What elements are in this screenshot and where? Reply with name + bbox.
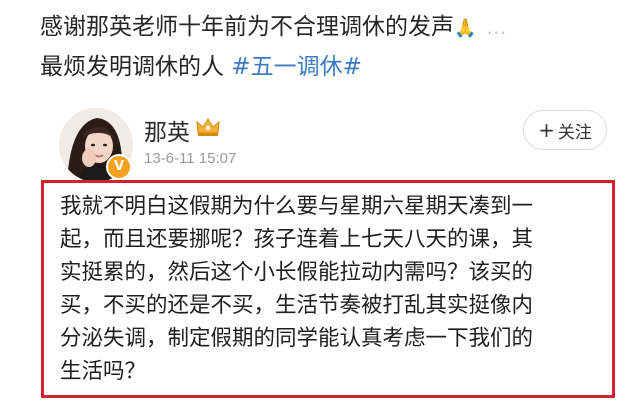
content-line: 起，而且还要挪呢？孩子连着上七天八天的课，其 — [60, 227, 534, 252]
caption-line-1: 感谢那英老师十年前为不合理调休的发声🙏 … — [40, 8, 600, 48]
plus-icon: + — [538, 118, 555, 142]
content-line: 实挺累的，然后这个小长假能拉动内需吗？该买的 — [60, 260, 534, 285]
content-line: 买，不买的还是不买，生活节奏被打乱其实挺像内 — [60, 293, 534, 318]
caption-line-2: 最烦发明调休的人 #五一调休# — [40, 48, 600, 86]
crown-badge-icon — [196, 118, 220, 136]
caption-text: 感谢那英老师十年前为不合理调休的发声 — [40, 14, 454, 40]
caption-text-2: 最烦发明调休的人 — [40, 54, 232, 80]
hashtag-link[interactable]: #五一调休# — [231, 54, 362, 80]
pray-emoji-icon: 🙏 — [454, 18, 477, 39]
username[interactable]: 那英 — [144, 113, 190, 147]
follow-label: 关注 — [557, 122, 592, 143]
post-content: 我就不明白这假期为什么要与星期六星期天凑到一 起，而且还要挪呢？孩子连着上七天八… — [60, 190, 612, 388]
content-line: 分泌失调，制定假期的同学能认真考虑一下我们的 — [60, 326, 534, 351]
post-caption: 感谢那英老师十年前为不合理调休的发声🙏 … 最烦发明调休的人 #五一调休# — [40, 8, 600, 86]
verified-badge-icon: V — [106, 154, 132, 180]
caption-faded-text: … — [486, 15, 507, 39]
follow-button[interactable]: + 关注 — [523, 110, 607, 150]
post-timestamp: 13-6-11 15:07 — [144, 150, 237, 167]
content-line: 我就不明白这假期为什么要与星期六星期天凑到一 — [60, 194, 534, 219]
content-line: 生活吗？ — [60, 359, 147, 384]
